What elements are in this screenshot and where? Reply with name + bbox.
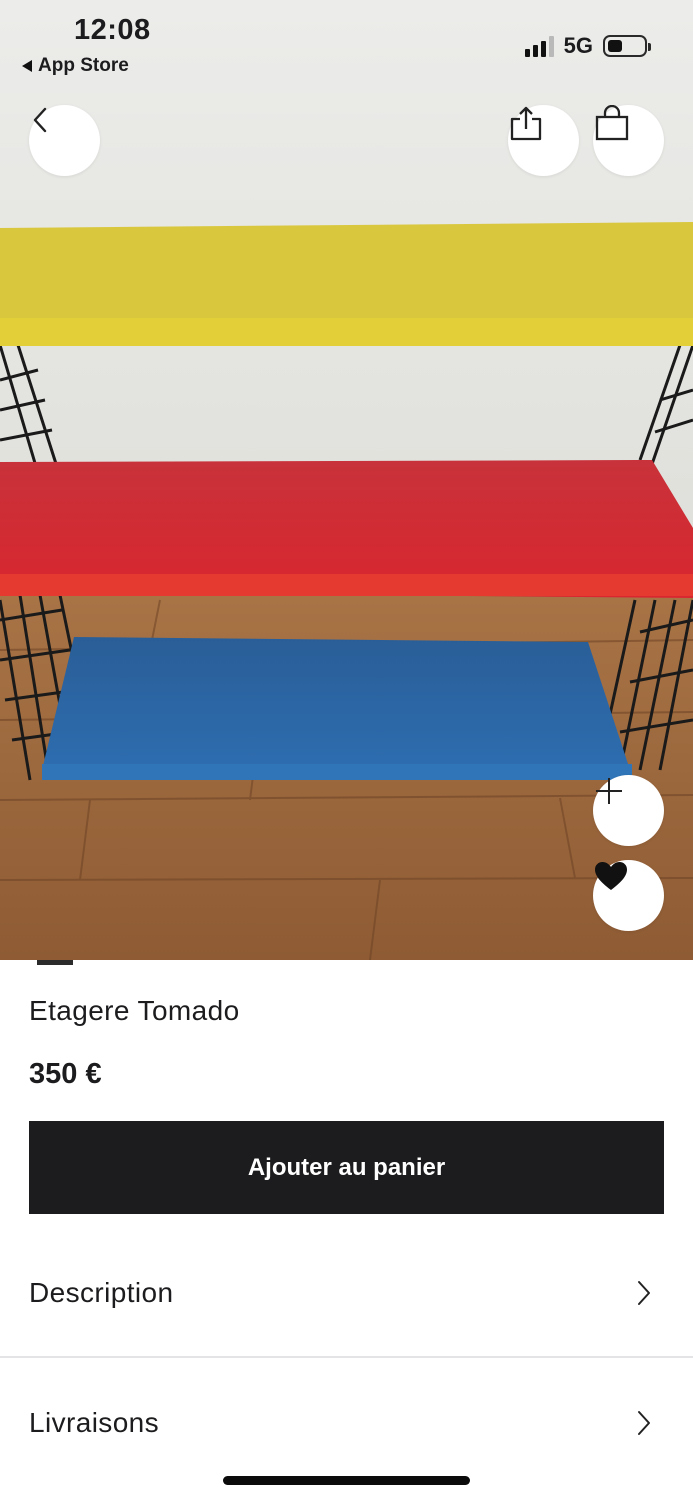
back-triangle-icon xyxy=(22,60,32,72)
share-button[interactable] xyxy=(508,105,579,176)
heart-icon xyxy=(595,862,627,890)
section-label: Description xyxy=(29,1276,174,1308)
chevron-left-icon xyxy=(33,107,47,133)
section-label: Livraisons xyxy=(29,1406,160,1438)
plus-icon xyxy=(596,778,622,804)
carousel-indicator xyxy=(37,960,73,965)
product-price: 350 € xyxy=(29,1058,102,1090)
shopping-bag-icon xyxy=(595,105,629,141)
home-indicator[interactable] xyxy=(223,1476,470,1485)
back-button[interactable] xyxy=(29,105,100,176)
back-to-app-link[interactable]: App Store xyxy=(22,55,129,77)
product-title: Etagere Tomado xyxy=(29,995,240,1026)
cart-button[interactable] xyxy=(593,105,664,176)
favorite-button[interactable] xyxy=(593,860,664,931)
chevron-right-icon xyxy=(638,1410,650,1435)
product-photo[interactable]: 12:08 App Store 5G xyxy=(0,0,693,960)
add-button[interactable] xyxy=(593,775,664,846)
share-icon xyxy=(510,106,542,141)
signal-icon xyxy=(524,35,554,57)
status-time: 12:08 xyxy=(74,14,151,46)
battery-icon xyxy=(603,35,651,57)
shelf-illustration xyxy=(0,0,693,960)
back-app-label: App Store xyxy=(38,55,129,76)
chevron-right-icon xyxy=(638,1280,650,1305)
network-type: 5G xyxy=(563,33,593,58)
add-to-cart-button[interactable]: Ajouter au panier xyxy=(29,1121,664,1214)
section-deliveries[interactable]: Livraisons xyxy=(0,1358,693,1487)
status-indicators: 5G xyxy=(524,33,651,59)
section-description[interactable]: Description xyxy=(0,1228,693,1357)
